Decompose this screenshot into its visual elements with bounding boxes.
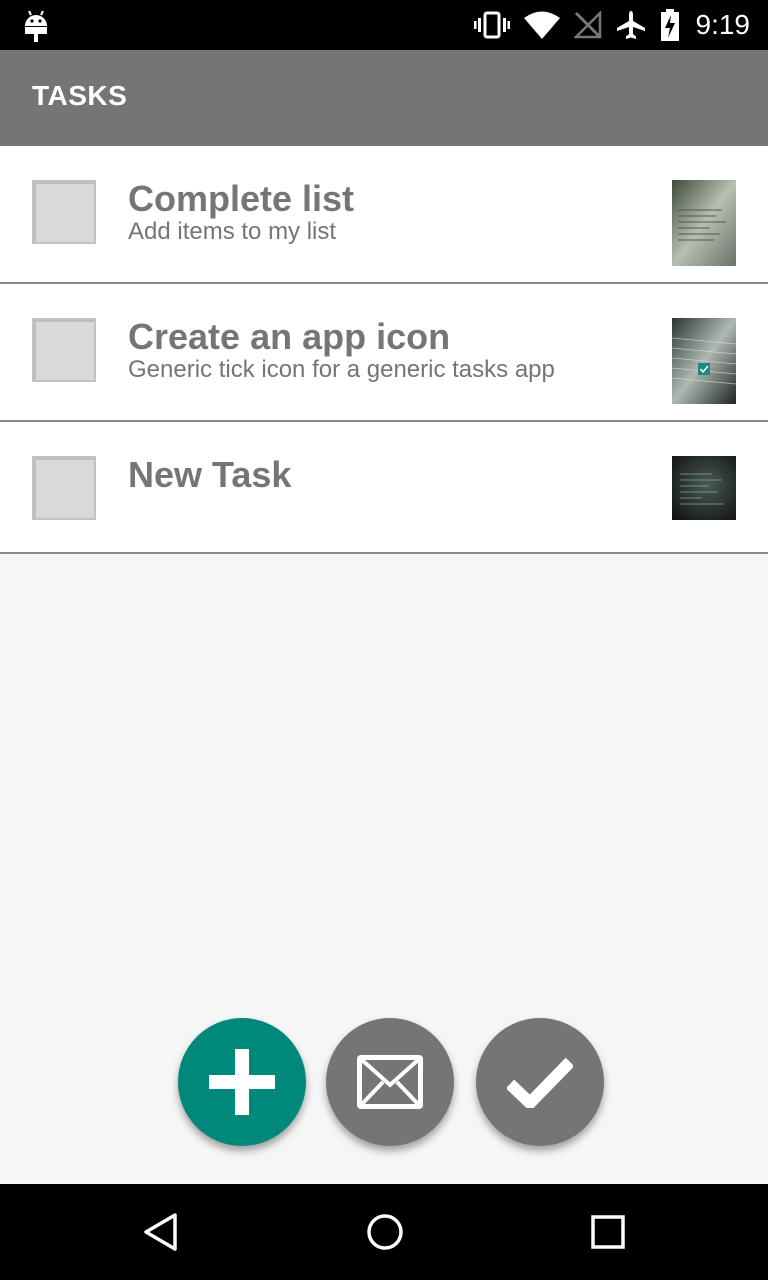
- battery-charging-icon: [660, 9, 679, 41]
- task-thumbnail[interactable]: [672, 180, 736, 266]
- back-icon[interactable]: [142, 1212, 178, 1252]
- task-description: Generic tick icon for a generic tasks ap…: [128, 356, 555, 383]
- plus-icon: [209, 1049, 275, 1115]
- task-row[interactable]: Create an app icon Generic tick icon for…: [0, 284, 768, 422]
- task-title: New Task: [128, 454, 292, 495]
- status-bar: 9:19: [0, 0, 768, 50]
- check-icon: [507, 1057, 573, 1108]
- task-checkbox[interactable]: [32, 318, 96, 382]
- task-thumbnail[interactable]: [672, 318, 736, 404]
- mail-icon: [357, 1055, 423, 1109]
- navigation-bar: [0, 1184, 768, 1280]
- task-title: Complete list: [128, 178, 355, 219]
- no-signal-icon: [573, 11, 601, 39]
- toolbar-title: TASKS: [32, 80, 128, 111]
- recents-icon[interactable]: [590, 1212, 626, 1252]
- task-title: Create an app icon: [128, 316, 451, 357]
- task-thumbnail[interactable]: [672, 456, 736, 520]
- home-icon[interactable]: [366, 1212, 404, 1252]
- task-checkbox[interactable]: [32, 456, 96, 520]
- task-row[interactable]: Complete list Add items to my list: [0, 146, 768, 284]
- android-icon: [25, 10, 47, 42]
- task-list: Complete list Add items to my list Creat…: [0, 146, 768, 554]
- task-description: Add items to my list: [128, 218, 337, 245]
- add-task-button[interactable]: [178, 1018, 306, 1146]
- status-time: 9:19: [695, 9, 751, 40]
- wifi-icon: [523, 11, 560, 39]
- task-row[interactable]: New Task: [0, 422, 768, 554]
- vibrate-icon: [473, 11, 510, 39]
- airplane-icon: [616, 11, 645, 39]
- complete-button[interactable]: [476, 1018, 604, 1146]
- app-toolbar: TASKS: [0, 50, 768, 146]
- email-button[interactable]: [326, 1018, 454, 1146]
- task-checkbox[interactable]: [32, 180, 96, 244]
